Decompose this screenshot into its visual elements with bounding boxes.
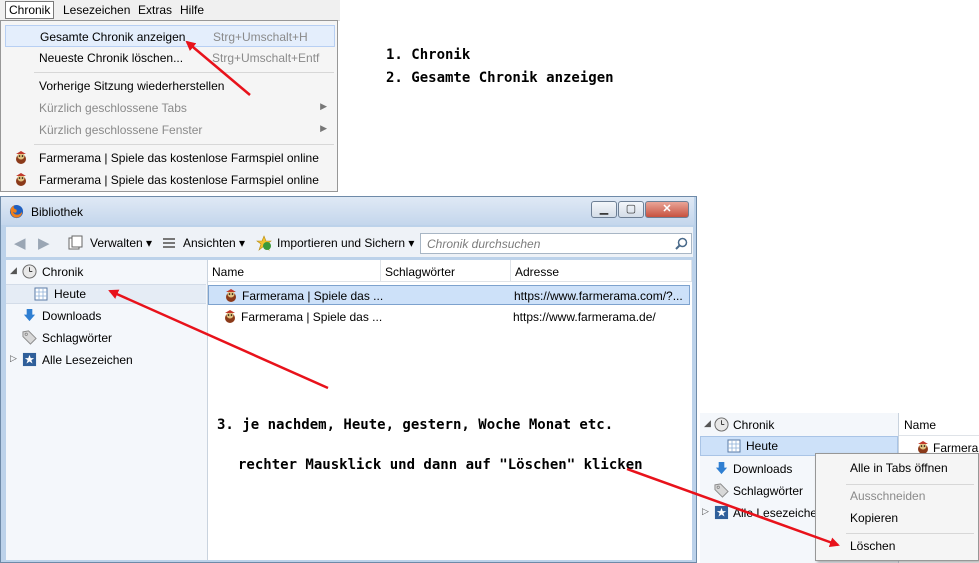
annotation-arrows [108,40,840,547]
arrow-to-show-all-history [185,40,251,96]
arrow-to-heute [108,289,329,390]
arrow-to-loeschen [626,467,840,547]
